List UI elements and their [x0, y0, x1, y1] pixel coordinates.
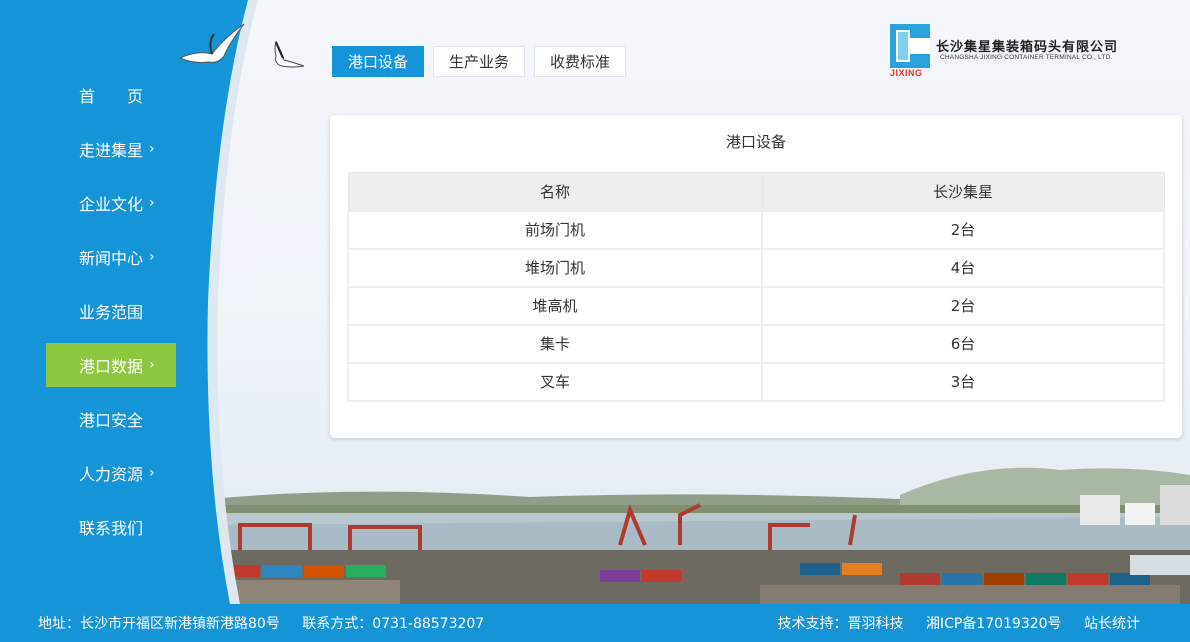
- tab-production-business[interactable]: 生产业务: [433, 46, 526, 77]
- logo-company-name: 长沙集星集装箱码头有限公司: [936, 40, 1119, 55]
- card-title: 港口设备: [725, 133, 786, 151]
- sidebar-item-business[interactable]: 业务范围: [46, 289, 176, 333]
- logo-mark-text: JIXING: [890, 68, 923, 78]
- footer-stats-link[interactable]: 站长统计: [1084, 616, 1140, 632]
- sidebar-item-contact[interactable]: 联系我们: [46, 505, 176, 549]
- chevron-right-icon: ›: [149, 465, 155, 481]
- chevron-right-icon: ›: [149, 195, 155, 211]
- logo-company-name-en: CHANGSHA JIXING CONTAINER TERMINAL CO., …: [940, 54, 1113, 61]
- equipment-name-cell: 集卡: [347, 323, 763, 364]
- equipment-name-cell: 堆场门机: [347, 247, 763, 288]
- equipment-table: 名称 长沙集星 前场门机 2台 堆场门机 4台 堆高机 2台 集卡 6台 叉车: [347, 172, 1165, 402]
- column-header-name: 名称: [347, 172, 763, 211]
- sidebar-item-label: 港口数据: [79, 357, 144, 376]
- table-row: 堆场门机 4台: [347, 247, 1165, 288]
- tab-port-equipment[interactable]: 港口设备: [332, 46, 425, 77]
- sidebar-item-culture[interactable]: 企业文化 ›: [46, 181, 176, 225]
- table-row: 前场门机 2台: [347, 209, 1165, 250]
- sidebar-item-label: 联系我们: [79, 519, 144, 538]
- equipment-name-cell: 前场门机: [347, 209, 763, 250]
- sidebar-item-port-data[interactable]: 港口数据 ›: [46, 343, 176, 387]
- sidebar-item-label: 首 页: [79, 87, 144, 106]
- footer-contact: 联系方式：0731-88573207: [302, 616, 485, 632]
- tab-bar: 港口设备 生产业务 收费标准: [332, 46, 627, 77]
- footer-address: 地址：长沙市开福区新港镇新港路80号: [38, 616, 280, 632]
- sidebar-item-label: 业务范围: [79, 303, 144, 322]
- table-row: 叉车 3台: [347, 361, 1165, 402]
- sidebar: 首 页 走进集星 › 企业文化 › 新闻中心 › 业务范围 港口数据 › 港口安…: [0, 0, 260, 604]
- equipment-count-cell: 4台: [761, 247, 1165, 288]
- footer-icp-link[interactable]: 湘ICP备17019320号: [926, 616, 1062, 632]
- equipment-name-cell: 堆高机: [347, 285, 763, 326]
- footer-left: 地址：长沙市开福区新港镇新港路80号 联系方式：0731-88573207: [38, 613, 502, 633]
- chevron-right-icon: ›: [149, 249, 155, 265]
- equipment-count-cell: 2台: [761, 285, 1165, 326]
- sidebar-item-home[interactable]: 首 页: [46, 73, 176, 117]
- equipment-count-cell: 2台: [761, 209, 1165, 250]
- footer-right: 技术支持：晋羽科技 湘ICP备17019320号 站长统计: [777, 613, 1140, 633]
- sidebar-item-port-safety[interactable]: 港口安全: [46, 397, 176, 441]
- tab-fee-standards[interactable]: 收费标准: [534, 46, 627, 77]
- sidebar-item-news[interactable]: 新闻中心 ›: [46, 235, 176, 279]
- sidebar-item-label: 新闻中心: [79, 249, 144, 268]
- table-row: 堆高机 2台: [347, 285, 1165, 326]
- company-logo[interactable]: JIXING 长沙集星集装箱码头有限公司 CHANGSHA JIXING CON…: [888, 22, 1148, 80]
- seagull-icon: [274, 40, 305, 68]
- footer: 地址：长沙市开福区新港镇新港路80号 联系方式：0731-88573207 技术…: [0, 604, 1190, 642]
- chevron-right-icon: ›: [149, 141, 155, 157]
- chevron-right-icon: ›: [149, 357, 155, 373]
- column-header-changsha-jixing: 长沙集星: [761, 172, 1165, 211]
- sidebar-item-label: 走进集星: [79, 141, 144, 160]
- sidebar-nav: 首 页 走进集星 › 企业文化 › 新闻中心 › 业务范围 港口数据 › 港口安…: [46, 73, 176, 559]
- sidebar-item-label: 人力资源: [79, 465, 144, 484]
- footer-tech-support-link[interactable]: 技术支持：晋羽科技: [777, 616, 903, 632]
- sidebar-item-label: 港口安全: [79, 411, 144, 430]
- equipment-name-cell: 叉车: [347, 361, 763, 402]
- sidebar-item-hr[interactable]: 人力资源 ›: [46, 451, 176, 495]
- port-scene-image: [200, 455, 1190, 605]
- equipment-count-cell: 6台: [761, 323, 1165, 364]
- sidebar-item-label: 企业文化: [79, 195, 144, 214]
- sidebar-item-about[interactable]: 走进集星 ›: [46, 127, 176, 171]
- table-row: 集卡 6台: [347, 323, 1165, 364]
- equipment-count-cell: 3台: [761, 361, 1165, 402]
- jixing-logo-icon: [890, 24, 930, 68]
- equipment-card: 港口设备 名称 长沙集星 前场门机 2台 堆场门机 4台 堆高机 2台 集卡 6…: [330, 115, 1182, 438]
- table-header-row: 名称 长沙集星: [347, 172, 1165, 211]
- seagull-icon: [178, 23, 245, 63]
